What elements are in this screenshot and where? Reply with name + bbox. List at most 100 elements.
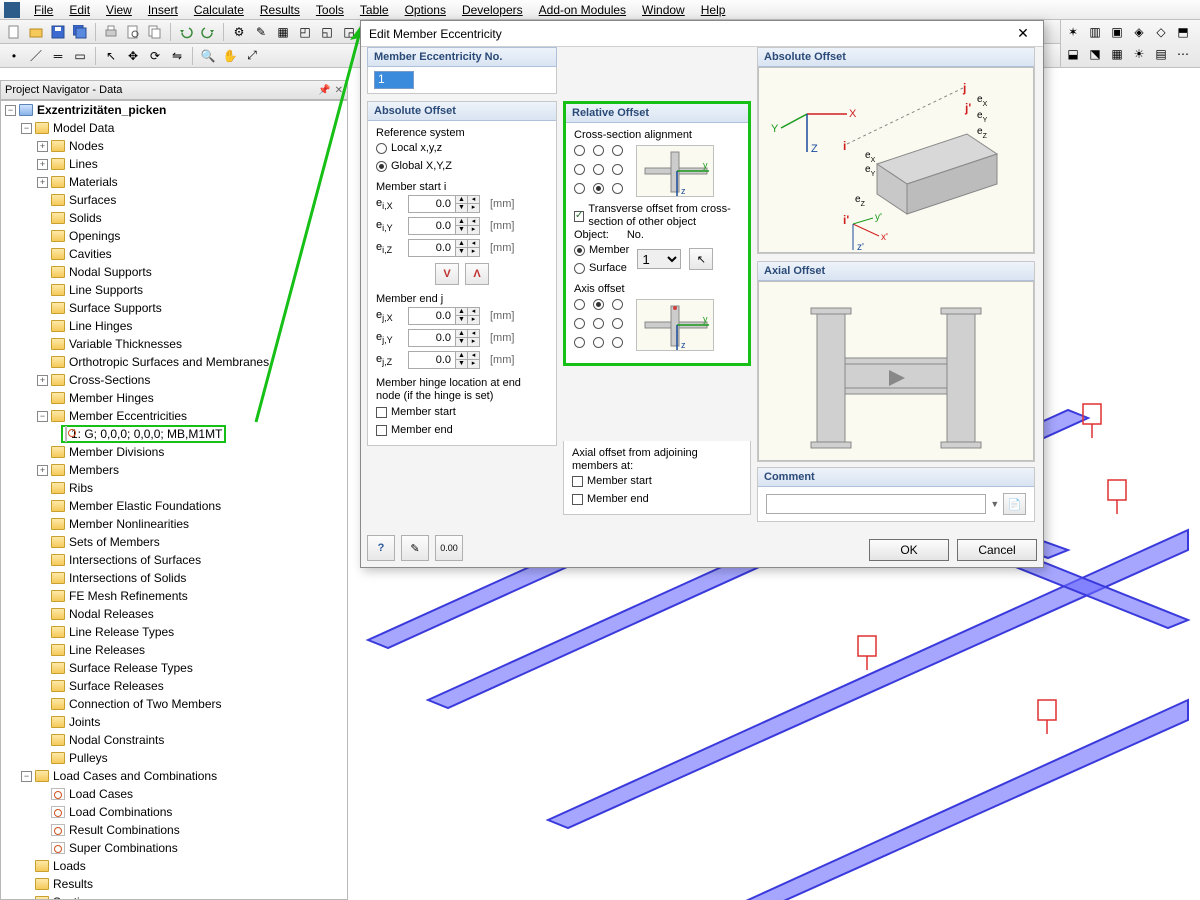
- tb-zoom-icon[interactable]: 🔍: [198, 46, 218, 66]
- nav-pin-icon[interactable]: 📌: [318, 85, 330, 96]
- tree-item[interactable]: Line Release Types: [1, 623, 347, 641]
- tb-solid-icon[interactable]: ▣: [1107, 22, 1127, 42]
- tb-node-icon[interactable]: •: [4, 46, 24, 66]
- units-button[interactable]: 0.00: [435, 535, 463, 561]
- tree-item[interactable]: Intersections of Surfaces: [1, 551, 347, 569]
- tree-item[interactable]: +Nodes: [1, 137, 347, 155]
- input-ejy[interactable]: 0.0▲▼◂▸: [408, 329, 480, 347]
- tb-axis-icon[interactable]: ✶: [1063, 22, 1083, 42]
- tb-extra-icon[interactable]: ⋯: [1173, 44, 1193, 64]
- tb-copy-icon[interactable]: [145, 22, 165, 42]
- tb-generic-icon[interactable]: ⚙: [229, 22, 249, 42]
- check-adjoin-end[interactable]: Member end: [572, 490, 742, 508]
- menu-results[interactable]: Results: [252, 1, 308, 19]
- tree-item[interactable]: Member Divisions: [1, 443, 347, 461]
- menu-edit[interactable]: Edit: [61, 1, 98, 19]
- ok-button[interactable]: OK: [869, 539, 949, 561]
- menu-developers[interactable]: Developers: [454, 1, 531, 19]
- tb-save-icon[interactable]: [48, 22, 68, 42]
- tree-item[interactable]: Solids: [1, 209, 347, 227]
- tb-rotate-icon[interactable]: ⟳: [145, 46, 165, 66]
- check-hinge-end[interactable]: Member end: [376, 421, 548, 439]
- copy-up-button[interactable]: Λ: [465, 263, 489, 285]
- menu-insert[interactable]: Insert: [140, 1, 186, 19]
- tree-item[interactable]: Line Hinges: [1, 317, 347, 335]
- tree-item[interactable]: Variable Thicknesses: [1, 335, 347, 353]
- copy-down-button[interactable]: V: [435, 263, 459, 285]
- tree-item[interactable]: Member Hinges: [1, 389, 347, 407]
- tree-item[interactable]: Joints: [1, 713, 347, 731]
- tb-generic-icon[interactable]: ▦: [273, 22, 293, 42]
- help-button[interactable]: ?: [367, 535, 395, 561]
- tb-top-icon[interactable]: ⬒: [1173, 22, 1193, 42]
- tb-generic-icon[interactable]: ◰: [295, 22, 315, 42]
- tb-pan-icon[interactable]: ✋: [220, 46, 240, 66]
- input-eiz[interactable]: 0.0▲▼◂▸: [408, 239, 480, 257]
- check-adjoin-start[interactable]: Member start: [572, 472, 742, 490]
- radio-global[interactable]: Global X,Y,Z: [376, 157, 548, 175]
- tree-item[interactable]: FE Mesh Refinements: [1, 587, 347, 605]
- tb-grid-icon[interactable]: ▦: [1107, 44, 1127, 64]
- menu-table[interactable]: Table: [352, 1, 397, 19]
- tree-item[interactable]: Nodal Constraints: [1, 731, 347, 749]
- radio-object-surface[interactable]: Surface: [574, 259, 629, 277]
- menu-window[interactable]: Window: [634, 1, 693, 19]
- tb-line-icon[interactable]: ／: [26, 46, 46, 66]
- tree-item[interactable]: Sets of Members: [1, 533, 347, 551]
- tb-iso-icon[interactable]: ◇: [1151, 22, 1171, 42]
- tb-side-icon[interactable]: ⬔: [1085, 44, 1105, 64]
- object-no-select[interactable]: 1: [637, 249, 681, 269]
- tb-select-icon[interactable]: ↖: [101, 46, 121, 66]
- tree-item[interactable]: Nodal Releases: [1, 605, 347, 623]
- menu-help[interactable]: Help: [693, 1, 734, 19]
- radio-local[interactable]: Local x,y,z: [376, 139, 548, 157]
- dialog-titlebar[interactable]: Edit Member Eccentricity ✕: [361, 21, 1043, 47]
- tree-item[interactable]: Nodal Supports: [1, 263, 347, 281]
- expand-icon[interactable]: +: [37, 141, 48, 152]
- tree-item[interactable]: Results: [1, 875, 347, 893]
- input-eiy[interactable]: 0.0▲▼◂▸: [408, 217, 480, 235]
- tb-generic-icon[interactable]: ◲: [339, 22, 359, 42]
- close-icon[interactable]: ✕: [1011, 24, 1035, 44]
- tree-item[interactable]: Member Nonlinearities: [1, 515, 347, 533]
- tree-item[interactable]: Sections: [1, 893, 347, 900]
- tb-saveall-icon[interactable]: [70, 22, 90, 42]
- tree-item[interactable]: Result Combinations: [1, 821, 347, 839]
- tree-item[interactable]: Intersections of Solids: [1, 569, 347, 587]
- tree-item[interactable]: Loads: [1, 857, 347, 875]
- tree-item[interactable]: Load Cases: [1, 785, 347, 803]
- tree-item[interactable]: Line Supports: [1, 281, 347, 299]
- tb-render-icon[interactable]: ▤: [1151, 44, 1171, 64]
- expand-icon[interactable]: −: [21, 771, 32, 782]
- navigator-tree[interactable]: −Exzentrizitäten_picken −Model Data +Nod…: [0, 100, 348, 900]
- menu-tools[interactable]: Tools: [308, 1, 352, 19]
- menu-calculate[interactable]: Calculate: [186, 1, 252, 19]
- tb-move-icon[interactable]: ✥: [123, 46, 143, 66]
- tb-open-icon[interactable]: [26, 22, 46, 42]
- pick-object-button[interactable]: ↖: [689, 248, 713, 270]
- tree-item[interactable]: +Cross-Sections: [1, 371, 347, 389]
- tb-mirror-icon[interactable]: ⇋: [167, 46, 187, 66]
- comment-input[interactable]: [766, 494, 986, 514]
- tree-item[interactable]: Surface Supports: [1, 299, 347, 317]
- expand-icon[interactable]: +: [37, 465, 48, 476]
- tree-item[interactable]: Connection of Two Members: [1, 695, 347, 713]
- tree-item-eccentricity-1[interactable]: 1: G; 0,0,0; 0,0,0; MB,M1MT: [61, 425, 226, 443]
- check-hinge-start[interactable]: Member start: [376, 403, 548, 421]
- expand-icon[interactable]: −: [37, 411, 48, 422]
- tb-fit-icon[interactable]: ⤢: [242, 46, 262, 66]
- tb-undo-icon[interactable]: [176, 22, 196, 42]
- edit-button[interactable]: ✎: [401, 535, 429, 561]
- tree-item[interactable]: +Materials: [1, 173, 347, 191]
- tb-surface-icon[interactable]: ▭: [70, 46, 90, 66]
- tree-item[interactable]: Orthotropic Surfaces and Membranes: [1, 353, 347, 371]
- tb-preview-icon[interactable]: [123, 22, 143, 42]
- tree-item[interactable]: Cavities: [1, 245, 347, 263]
- check-transverse-offset[interactable]: Transverse offset from cross-section of …: [574, 207, 740, 225]
- tb-generic-icon[interactable]: ✎: [251, 22, 271, 42]
- tree-item[interactable]: Surfaces: [1, 191, 347, 209]
- tree-item[interactable]: Openings: [1, 227, 347, 245]
- tb-persp-icon[interactable]: ◈: [1129, 22, 1149, 42]
- expand-icon[interactable]: −: [5, 105, 16, 116]
- tree-item[interactable]: Super Combinations: [1, 839, 347, 857]
